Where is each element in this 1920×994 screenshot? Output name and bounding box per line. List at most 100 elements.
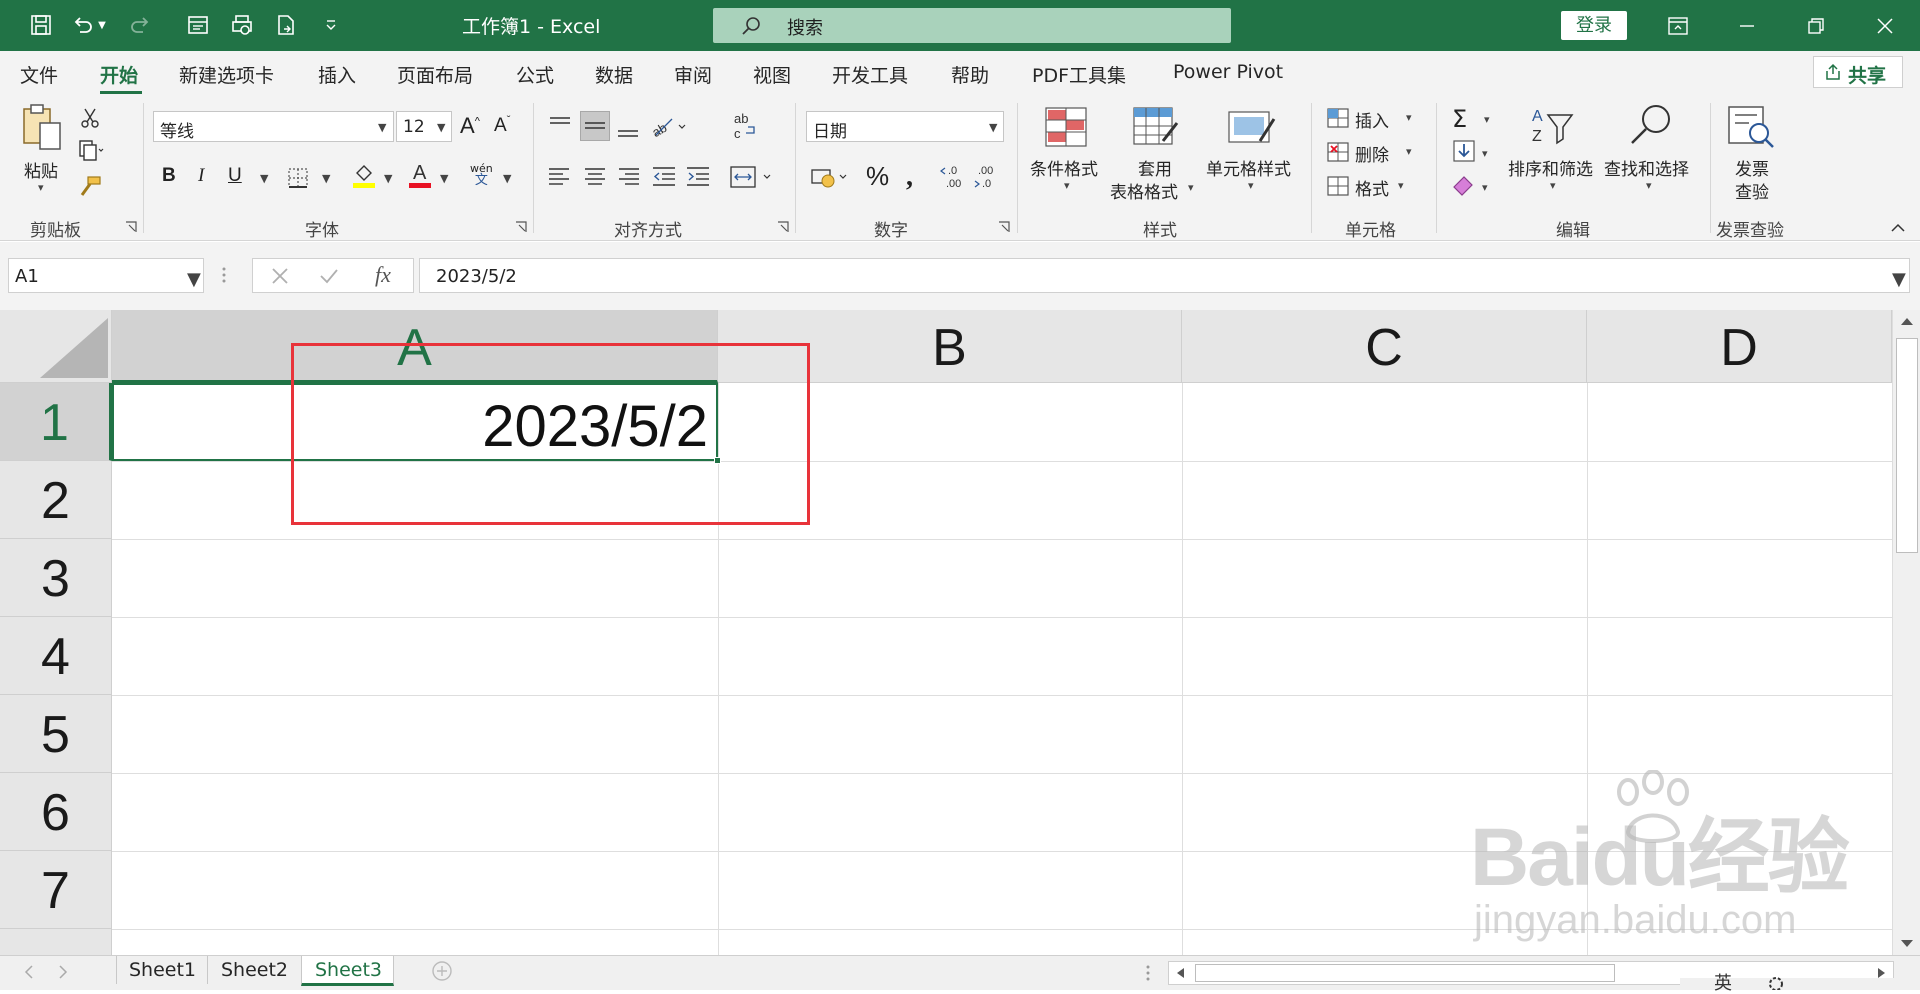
tab-home[interactable]: 开始 [100, 61, 138, 88]
fill-dropdown-icon[interactable]: ▾ [1482, 147, 1488, 160]
login-button[interactable]: 登录 [1561, 11, 1627, 40]
collapse-ribbon-icon[interactable] [1890, 221, 1906, 233]
align-center-icon[interactable] [584, 165, 606, 187]
borders-icon[interactable] [287, 167, 309, 189]
add-sheet-icon[interactable] [431, 960, 453, 982]
horizontal-scroll-thumb[interactable] [1195, 964, 1615, 982]
vertical-scroll-thumb[interactable] [1896, 338, 1918, 553]
clear-dropdown-icon[interactable]: ▾ [1482, 181, 1488, 194]
accounting-format-icon[interactable] [810, 165, 852, 189]
number-format-select[interactable]: 日期 ▼ [806, 111, 1004, 142]
sheet-tab-sheet3[interactable]: Sheet3 [301, 956, 394, 986]
close-icon[interactable] [1852, 0, 1918, 51]
export-icon[interactable] [271, 10, 301, 40]
invoice-check-label-2[interactable]: 查验 [1735, 178, 1769, 203]
scroll-down-icon[interactable] [1900, 939, 1914, 949]
fill-color-icon[interactable] [352, 163, 376, 189]
format-cells-label[interactable]: 格式 [1355, 175, 1389, 200]
tab-help[interactable]: 帮助 [951, 61, 989, 88]
invoice-check-icon[interactable] [1727, 105, 1775, 149]
formula-input[interactable]: 2023/5/2 ▼ [419, 258, 1910, 293]
decrease-decimal-icon[interactable]: .00.0 [974, 163, 1002, 191]
alignment-launcher-icon[interactable] [777, 221, 789, 233]
prev-sheet-icon[interactable] [24, 965, 34, 979]
sort-filter-icon[interactable]: AZ [1528, 105, 1576, 147]
insert-cells-label[interactable]: 插入 [1355, 107, 1389, 132]
align-right-icon[interactable] [618, 165, 640, 187]
fill-color-dropdown-icon[interactable]: ▼ [384, 172, 392, 185]
clipboard-launcher-icon[interactable] [125, 221, 137, 233]
enter-icon[interactable] [319, 267, 339, 285]
font-size-select[interactable]: 12 ▼ [396, 111, 452, 142]
font-color-icon[interactable]: A [408, 161, 432, 189]
share-button[interactable]: 共享 [1813, 56, 1903, 88]
underline-icon[interactable]: U [228, 165, 242, 187]
delete-cells-label[interactable]: 删除 [1355, 141, 1389, 166]
chevron-down-icon[interactable]: ▼ [187, 269, 201, 290]
column-header-c[interactable]: C [1182, 310, 1587, 383]
font-color-dropdown-icon[interactable]: ▼ [440, 172, 448, 185]
scroll-left-icon[interactable] [1175, 967, 1185, 979]
font-name-select[interactable]: 等线 ▼ [153, 111, 394, 142]
find-select-icon[interactable] [1626, 103, 1674, 147]
search-box[interactable]: 搜索 [713, 8, 1231, 43]
row-header-3[interactable]: 3 [0, 539, 112, 617]
tab-page-layout[interactable]: 页面布局 [397, 61, 473, 88]
redo-icon[interactable] [125, 10, 155, 40]
drag-handle-icon[interactable] [221, 266, 227, 284]
font-launcher-icon[interactable] [515, 221, 527, 233]
ribbon-display-options-icon[interactable] [1645, 0, 1711, 51]
row-header-4[interactable]: 4 [0, 617, 112, 695]
merge-center-icon[interactable] [730, 165, 776, 189]
conditional-formatting-icon[interactable] [1045, 107, 1087, 147]
decrease-font-size-icon[interactable]: Aˇ [494, 115, 510, 137]
cancel-icon[interactable] [271, 267, 289, 285]
next-sheet-icon[interactable] [58, 965, 68, 979]
settings-gear-icon[interactable] [1766, 974, 1786, 990]
increase-indent-icon[interactable] [686, 165, 710, 187]
tab-file[interactable]: 文件 [20, 61, 58, 88]
tab-pdf-tools[interactable]: PDF工具集 [1032, 61, 1126, 88]
autosum-dropdown-icon[interactable]: ▾ [1484, 113, 1490, 126]
print-preview-icon[interactable] [227, 10, 257, 40]
column-header-d[interactable]: D [1587, 310, 1892, 383]
sheet-tab-sheet1[interactable]: Sheet1 [117, 956, 207, 986]
insert-dropdown-icon[interactable]: ▾ [1406, 111, 1412, 124]
align-bottom-icon[interactable] [616, 115, 640, 139]
split-handle-icon[interactable] [1145, 964, 1151, 982]
format-painter-icon[interactable] [78, 175, 102, 197]
align-top-icon[interactable] [548, 115, 572, 137]
cell-styles-label[interactable]: 单元格样式 [1206, 155, 1291, 180]
format-as-table-label-2[interactable]: 表格格式 [1110, 178, 1178, 203]
paste-icon[interactable] [20, 103, 64, 153]
delete-dropdown-icon[interactable]: ▾ [1406, 145, 1412, 158]
expand-formula-icon[interactable]: ▼ [1892, 269, 1906, 290]
fill-icon[interactable] [1452, 139, 1476, 163]
format-as-table-icon[interactable] [1133, 107, 1179, 147]
phonetic-dropdown-icon[interactable]: ▼ [503, 172, 511, 185]
format-as-table-label-1[interactable]: 套用 [1138, 155, 1172, 180]
row-header-5[interactable]: 5 [0, 695, 112, 773]
increase-font-size-icon[interactable]: A^ [460, 113, 480, 139]
tab-formulas[interactable]: 公式 [516, 61, 554, 88]
row-header-1[interactable]: 1 [0, 383, 112, 461]
align-middle-icon[interactable] [580, 111, 610, 141]
cut-icon[interactable] [80, 107, 100, 129]
format-dropdown-icon[interactable]: ▾ [1398, 179, 1404, 192]
minimize-icon[interactable] [1714, 0, 1780, 51]
undo-icon[interactable] [68, 10, 98, 40]
italic-icon[interactable]: I [198, 165, 204, 187]
sheet-tab-sheet2[interactable]: Sheet2 [208, 956, 300, 986]
save-icon[interactable] [26, 10, 56, 40]
tab-view[interactable]: 视图 [753, 61, 791, 88]
tab-new-tab[interactable]: 新建选项卡 [179, 61, 274, 88]
tab-data[interactable]: 数据 [595, 61, 633, 88]
orientation-icon[interactable]: ab [652, 115, 688, 139]
conditional-formatting-dropdown-icon[interactable]: ▾ [1064, 179, 1070, 192]
invoice-check-label-1[interactable]: 发票 [1735, 155, 1769, 180]
insert-cells-icon[interactable] [1327, 107, 1351, 129]
number-launcher-icon[interactable] [998, 221, 1010, 233]
restore-icon[interactable] [1783, 0, 1849, 51]
undo-dropdown-icon[interactable]: ▼ [95, 10, 109, 40]
row-header-6[interactable]: 6 [0, 773, 112, 851]
